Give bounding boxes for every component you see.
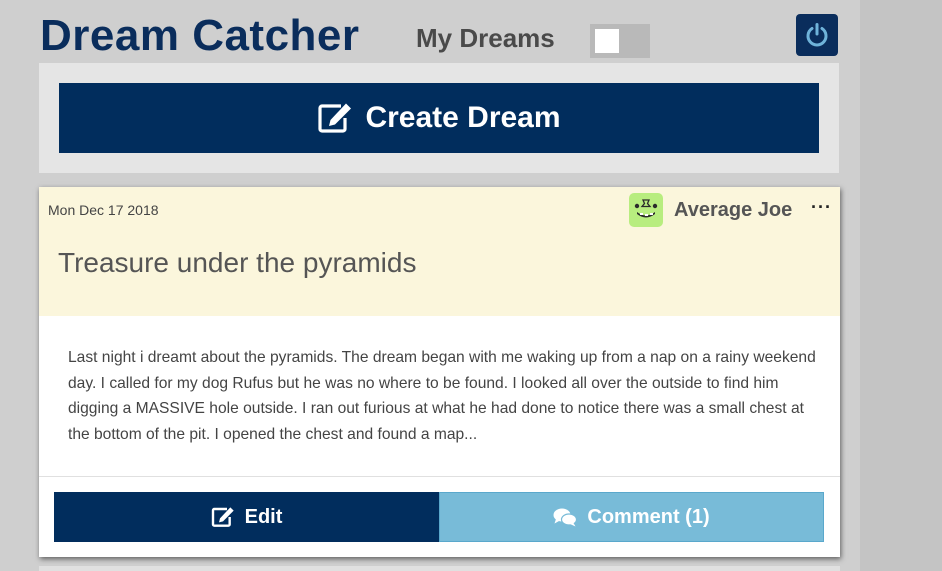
comment-button[interactable]: Comment (1) bbox=[439, 492, 824, 542]
create-dream-label: Create Dream bbox=[365, 101, 561, 134]
toggle-knob[interactable] bbox=[595, 29, 619, 53]
avatar bbox=[629, 193, 663, 227]
comments-icon bbox=[553, 507, 578, 527]
next-dream-card-edge bbox=[39, 566, 840, 571]
dream-card: Mon Dec 17 2018 Average Joe ··· Treasure… bbox=[39, 187, 840, 557]
dream-card-header: Mon Dec 17 2018 Average Joe ··· Treasure… bbox=[39, 187, 840, 316]
create-dream-panel: Create Dream bbox=[39, 63, 839, 173]
edit-label: Edit bbox=[244, 505, 283, 528]
edit-icon bbox=[211, 506, 235, 528]
edit-button[interactable]: Edit bbox=[54, 492, 439, 542]
my-dreams-toggle[interactable] bbox=[590, 24, 650, 58]
app-header: Dream Catcher My Dreams bbox=[0, 0, 860, 62]
dream-title: Treasure under the pyramids bbox=[58, 247, 417, 278]
more-options-button[interactable]: ··· bbox=[811, 197, 832, 218]
power-icon bbox=[806, 23, 828, 47]
comment-label: Comment (1) bbox=[587, 505, 710, 528]
background-strip bbox=[860, 0, 942, 571]
author-name: Average Joe bbox=[674, 199, 793, 221]
edit-icon bbox=[317, 102, 353, 134]
dream-date: Mon Dec 17 2018 bbox=[48, 202, 159, 218]
my-dreams-label: My Dreams bbox=[416, 23, 555, 53]
app-title: Dream Catcher bbox=[40, 11, 360, 60]
divider bbox=[39, 476, 840, 477]
logout-button[interactable] bbox=[796, 14, 838, 56]
create-dream-button[interactable]: Create Dream bbox=[59, 83, 819, 153]
dream-body: Last night i dreamt about the pyramids. … bbox=[68, 349, 816, 443]
